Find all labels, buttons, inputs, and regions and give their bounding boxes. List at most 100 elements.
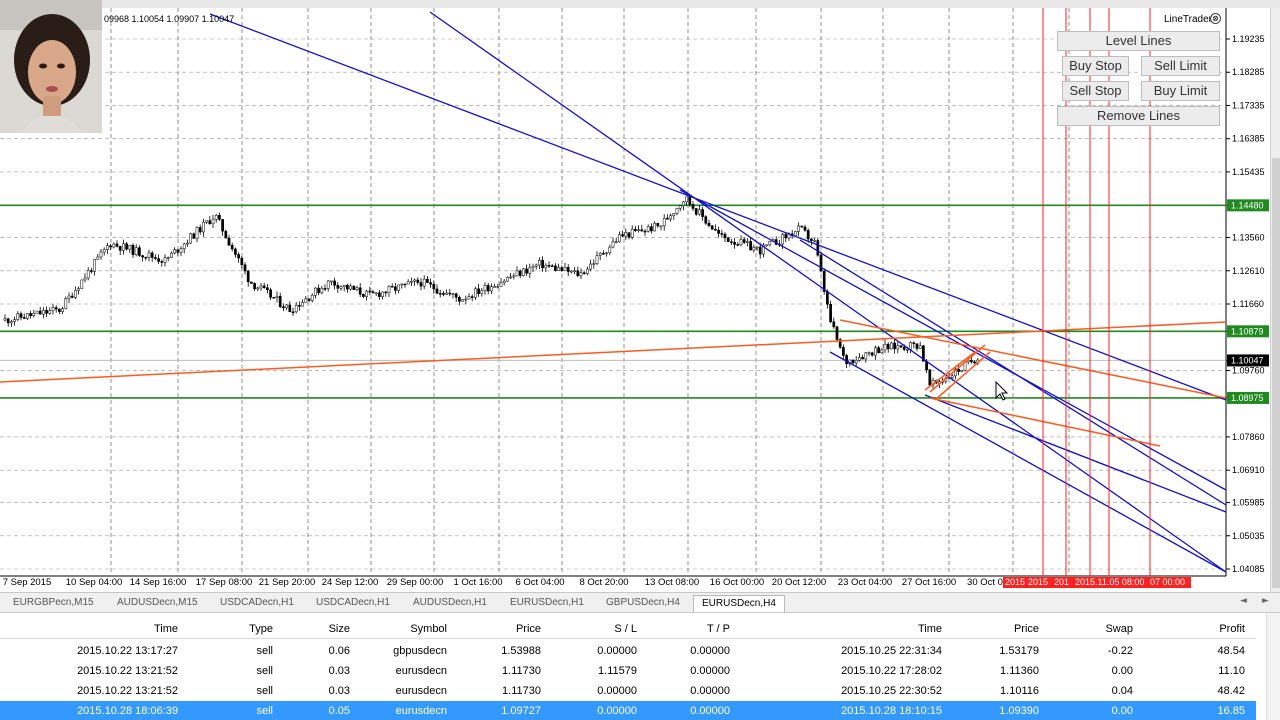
candle-body <box>134 247 138 255</box>
tab-eurusd-h4[interactable]: EURUSDecn,H4 <box>693 595 785 612</box>
tab-usdcad-h1-2[interactable]: USDCADecn,H1 <box>316 595 390 612</box>
candle-body <box>870 352 874 356</box>
candle-body <box>269 289 272 298</box>
candle-body <box>397 284 400 291</box>
candle-body <box>205 220 208 223</box>
future-time-label: 07 00:00 <box>1150 577 1185 587</box>
tab-eurusd-h1[interactable]: EURUSDecn,H1 <box>510 595 584 612</box>
table-row[interactable]: 2015.10.28 18:06:39 sell 0.05 eurusdecn 1.09… <box>0 701 1256 720</box>
terminal-scrollbar[interactable] <box>1266 613 1280 720</box>
candle-body <box>365 290 368 297</box>
candle-body <box>768 241 772 246</box>
time-tick-label: 16 Oct 00:00 <box>710 577 764 588</box>
tab-eurgbp-m15[interactable]: EURGBPecn,M15 <box>13 595 94 612</box>
candle-body <box>861 357 864 360</box>
level-price-tag-label: 1.14480 <box>1231 200 1264 210</box>
candle-body <box>720 233 724 235</box>
candle-body <box>214 215 218 220</box>
candle-body <box>528 267 532 274</box>
time-tick-label: 1 Oct 16:00 <box>453 577 502 588</box>
table-header: Time Type Size Symbol Price S / LT / P Time Pri… <box>0 621 1256 639</box>
candle-body <box>797 225 800 232</box>
candle-body <box>256 287 260 290</box>
candle-body <box>77 288 80 291</box>
candle-body <box>368 290 372 293</box>
time-tick-label: 23 Oct 04:00 <box>838 577 892 588</box>
candle-body <box>678 205 682 209</box>
candle-body <box>150 252 154 258</box>
table-cell: 11.10 <box>1218 665 1245 677</box>
buy-stop-button[interactable]: Buy Stop <box>1062 56 1129 76</box>
candle-body <box>637 229 640 231</box>
candle-body <box>557 267 560 271</box>
candle-body <box>288 304 292 313</box>
price-tick-label: 1.16385 <box>1232 134 1265 144</box>
tab-usdcad-h1[interactable]: USDCADecn,H1 <box>220 595 294 612</box>
candle-body <box>618 234 621 242</box>
trend-line[interactable] <box>924 394 1227 513</box>
candle-body <box>749 241 752 251</box>
candle-body <box>131 244 135 255</box>
candle-body <box>509 276 512 279</box>
candle-body <box>784 234 788 239</box>
candle-body <box>624 232 628 237</box>
candle-body <box>646 226 650 232</box>
candle-body <box>682 201 685 206</box>
trend-lines[interactable] <box>0 11 1227 573</box>
candle-body <box>675 207 679 214</box>
remove-lines-button[interactable]: Remove Lines <box>1057 106 1220 126</box>
tab-scroll-right-icon[interactable]: ► <box>1262 596 1269 606</box>
tab-scroll-left-icon[interactable]: ◄ <box>1240 596 1247 606</box>
candle-body <box>650 226 653 232</box>
table-row[interactable]: 2015.10.22 13:21:52 sell 0.03 eurusdecn 1.11… <box>0 681 1256 701</box>
candle-body <box>355 287 359 290</box>
candle-body <box>474 288 477 298</box>
table-row[interactable]: 2015.10.22 13:21:52 sell 0.03 eurusdecn 1.11… <box>0 661 1256 681</box>
candle-body <box>230 244 234 250</box>
tab-gbpusd-h4[interactable]: GBPUSDecn,H4 <box>606 595 680 612</box>
channel-line[interactable] <box>929 344 986 393</box>
close-icon[interactable]: ⊗ <box>1210 13 1221 24</box>
toolbar-strip <box>0 0 1280 8</box>
time-tick-label: 17 Sep 08:00 <box>196 577 253 588</box>
candle-body <box>458 297 461 302</box>
time-tick-label: 27 Oct 16:00 <box>902 577 956 588</box>
price-tick-label: 1.13560 <box>1232 233 1265 243</box>
candle-body <box>499 282 503 287</box>
sell-stop-button[interactable]: Sell Stop <box>1062 81 1129 101</box>
candle-body <box>496 286 500 288</box>
tab-audusd-h1[interactable]: AUDUSDecn,H1 <box>413 595 487 612</box>
chart-scrollbar[interactable] <box>1270 8 1280 592</box>
candle-body <box>128 244 132 250</box>
candle-body <box>67 295 71 299</box>
candle-body <box>902 346 906 350</box>
candle-body <box>576 270 580 277</box>
time-tick-label: 24 Sep 12:00 <box>322 577 379 588</box>
future-time-label: 2015.11.05 08:00 <box>1075 577 1144 587</box>
candle-body <box>323 288 327 290</box>
sell-limit-button[interactable]: Sell Limit <box>1141 56 1220 76</box>
candle-body <box>490 286 493 292</box>
candle-body <box>419 282 423 287</box>
candle-body <box>112 243 116 248</box>
channel-line[interactable] <box>929 397 1161 447</box>
trend-line[interactable] <box>679 189 1227 491</box>
table-row[interactable]: 2015.10.22 13:17:27 sell 0.06 gbpusdecn 1.53… <box>0 641 1256 661</box>
horizontal-levels[interactable] <box>0 204 1226 399</box>
column-header[interactable]: Profit <box>1105 623 1245 635</box>
candle-body <box>621 234 624 237</box>
tab-audusd-m15[interactable]: AUDUSDecn,M15 <box>117 595 198 612</box>
candle-body <box>154 257 157 259</box>
level-lines-button[interactable]: Level Lines <box>1057 31 1220 51</box>
column-header[interactable]: T / P <box>590 623 730 635</box>
trend-line[interactable] <box>829 351 1227 573</box>
candle-body <box>330 280 333 283</box>
candle-body <box>582 272 586 274</box>
buy-limit-button[interactable]: Buy Limit <box>1141 81 1220 101</box>
candle-body <box>275 295 279 298</box>
candle-body <box>950 375 954 378</box>
candle-body <box>547 264 551 267</box>
candle-body <box>240 257 244 266</box>
candle-body <box>803 226 807 231</box>
candle-body <box>480 290 484 294</box>
